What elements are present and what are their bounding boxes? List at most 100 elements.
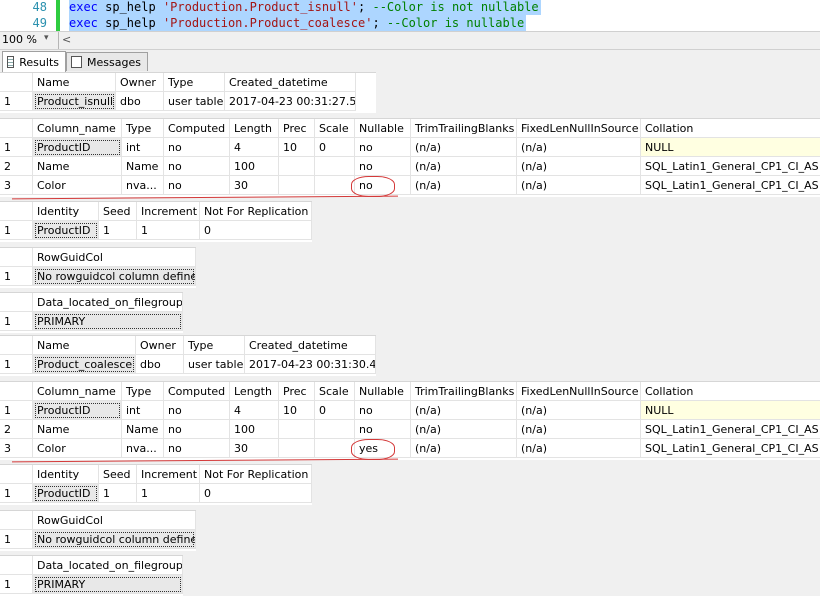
row-number[interactable]: 1 bbox=[0, 401, 33, 420]
column-header[interactable]: RowGuidCol bbox=[33, 511, 196, 530]
grid-cell[interactable]: 1 bbox=[137, 484, 200, 503]
row-number[interactable]: 3 bbox=[0, 439, 33, 458]
corner-cell[interactable] bbox=[0, 382, 33, 401]
row-number[interactable]: 1 bbox=[0, 484, 33, 503]
grid-cell[interactable] bbox=[315, 420, 355, 439]
query-editor[interactable]: 48 exec sp_help 'Production.Product_isnu… bbox=[0, 0, 820, 31]
column-header[interactable]: Column_name bbox=[33, 119, 122, 138]
column-header[interactable]: Type bbox=[122, 119, 164, 138]
row-number[interactable]: 1 bbox=[0, 530, 33, 549]
column-header[interactable]: Nullable bbox=[355, 119, 411, 138]
column-header[interactable]: TrimTrailingBlanks bbox=[411, 119, 517, 138]
grid-cell[interactable]: int bbox=[122, 401, 164, 420]
grid-cell[interactable]: ProductID bbox=[33, 221, 99, 240]
grid-cell[interactable]: No rowguidcol column defined. bbox=[33, 267, 196, 286]
grid-cell[interactable]: (n/a) bbox=[517, 401, 641, 420]
grid-cell[interactable] bbox=[315, 176, 355, 195]
tab-messages[interactable]: Messages bbox=[66, 52, 148, 71]
grid-cell[interactable]: (n/a) bbox=[411, 420, 517, 439]
column-header[interactable]: RowGuidCol bbox=[33, 248, 196, 267]
grid-cell[interactable] bbox=[315, 439, 355, 458]
grid-cell[interactable]: ProductID bbox=[33, 401, 122, 420]
grid-cell[interactable]: no bbox=[164, 439, 230, 458]
grid-cell[interactable]: user table bbox=[164, 92, 225, 111]
corner-cell[interactable] bbox=[0, 248, 33, 267]
table-row[interactable]: 1 PRIMARY bbox=[0, 312, 183, 331]
grid-cell[interactable]: Name bbox=[33, 420, 122, 439]
grid-cell[interactable]: nva... bbox=[122, 439, 164, 458]
grid-cell[interactable]: no bbox=[355, 401, 411, 420]
grid-cell[interactable]: ProductID bbox=[33, 484, 99, 503]
corner-cell[interactable] bbox=[0, 119, 33, 138]
corner-cell[interactable] bbox=[0, 465, 33, 484]
corner-cell[interactable] bbox=[0, 511, 33, 530]
column-header[interactable]: Data_located_on_filegroup bbox=[33, 293, 183, 312]
column-header[interactable]: Name bbox=[33, 73, 116, 92]
scroll-left-arrow-icon[interactable]: < bbox=[62, 33, 71, 46]
grid-cell[interactable]: 30 bbox=[230, 176, 279, 195]
grid-cell[interactable]: (n/a) bbox=[517, 157, 641, 176]
corner-cell[interactable] bbox=[0, 293, 33, 312]
table-row[interactable]: 1 ProductID int no 4 10 0 no (n/a) (n/a) NULL bbox=[0, 138, 820, 157]
grid-cell[interactable]: No rowguidcol column defined. bbox=[33, 530, 196, 549]
grid-cell[interactable]: (n/a) bbox=[411, 138, 517, 157]
grid-cell[interactable] bbox=[279, 439, 315, 458]
code-text[interactable]: exec sp_help 'Production.Product_coalesc… bbox=[69, 15, 527, 31]
grid-cell[interactable]: nva... bbox=[122, 176, 164, 195]
column-header[interactable]: Length bbox=[230, 382, 279, 401]
zoom-level[interactable]: 100 % bbox=[2, 33, 37, 46]
grid-cell[interactable]: 10 bbox=[279, 138, 315, 157]
code-line-48[interactable]: 48 exec sp_help 'Production.Product_isnu… bbox=[0, 0, 820, 15]
grid-cell[interactable]: Color bbox=[33, 439, 122, 458]
grid-cell[interactable]: no bbox=[164, 176, 230, 195]
row-number[interactable]: 1 bbox=[0, 138, 33, 157]
chevron-down-icon[interactable]: ▾ bbox=[44, 33, 54, 43]
grid-cell[interactable]: Name bbox=[33, 157, 122, 176]
grid-cell[interactable]: user table bbox=[184, 355, 245, 374]
row-number[interactable]: 3 bbox=[0, 176, 33, 195]
row-number[interactable]: 1 bbox=[0, 312, 33, 331]
row-number[interactable]: 1 bbox=[0, 355, 33, 374]
grid-cell[interactable]: no bbox=[164, 138, 230, 157]
grid-cell[interactable]: 0 bbox=[200, 221, 312, 240]
table-row[interactable]: 1 ProductID 1 1 0 bbox=[0, 221, 312, 240]
column-header[interactable]: Owner bbox=[136, 336, 184, 355]
grid-cell[interactable] bbox=[315, 157, 355, 176]
column-header[interactable]: Type bbox=[122, 382, 164, 401]
table-row[interactable]: 1 Product_coalesce dbo user table 2017-04-23… bbox=[0, 355, 376, 374]
grid-cell[interactable]: no bbox=[355, 420, 411, 439]
column-header[interactable]: Seed bbox=[99, 202, 137, 221]
grid-cell[interactable]: NULL bbox=[641, 138, 820, 157]
column-header[interactable]: FixedLenNullInSource bbox=[517, 382, 641, 401]
row-number[interactable]: 2 bbox=[0, 420, 33, 439]
grid-cell[interactable]: 100 bbox=[230, 157, 279, 176]
grid-cell[interactable]: (n/a) bbox=[517, 138, 641, 157]
code-text[interactable]: exec sp_help 'Production.Product_isnull'… bbox=[69, 0, 541, 15]
column-header[interactable]: Type bbox=[184, 336, 245, 355]
code-line-49[interactable]: 49 exec sp_help 'Production.Product_coal… bbox=[0, 15, 820, 31]
grid-cell[interactable]: PRIMARY bbox=[33, 312, 183, 331]
grid-cell[interactable]: Name bbox=[122, 420, 164, 439]
column-header[interactable]: Computed bbox=[164, 119, 230, 138]
table-row[interactable]: 1 No rowguidcol column defined. bbox=[0, 530, 196, 549]
grid-cell[interactable]: (n/a) bbox=[517, 176, 641, 195]
column-header[interactable]: Type bbox=[164, 73, 225, 92]
corner-cell[interactable] bbox=[0, 202, 33, 221]
row-number[interactable]: 1 bbox=[0, 92, 33, 111]
grid-cell[interactable]: ProductID bbox=[33, 138, 122, 157]
column-header[interactable]: Increment bbox=[137, 465, 200, 484]
grid-cell[interactable]: (n/a) bbox=[411, 176, 517, 195]
column-header[interactable]: Identity bbox=[33, 465, 99, 484]
table-row[interactable]: 1 Product_isnull dbo user table 2017-04-23 0… bbox=[0, 92, 376, 111]
row-number[interactable]: 1 bbox=[0, 221, 33, 240]
grid-cell[interactable]: 0 bbox=[315, 138, 355, 157]
grid-cell[interactable]: Product_isnull bbox=[33, 92, 116, 111]
tab-results[interactable]: Results bbox=[2, 51, 66, 72]
column-header[interactable]: Seed bbox=[99, 465, 137, 484]
grid-cell[interactable]: (n/a) bbox=[517, 439, 641, 458]
corner-cell[interactable] bbox=[0, 556, 33, 575]
grid-cell[interactable]: 2017-04-23 00:31:30.497 bbox=[245, 355, 376, 374]
column-header[interactable]: FixedLenNullInSource bbox=[517, 119, 641, 138]
grid-cell[interactable]: no bbox=[164, 420, 230, 439]
row-number[interactable]: 1 bbox=[0, 575, 33, 594]
